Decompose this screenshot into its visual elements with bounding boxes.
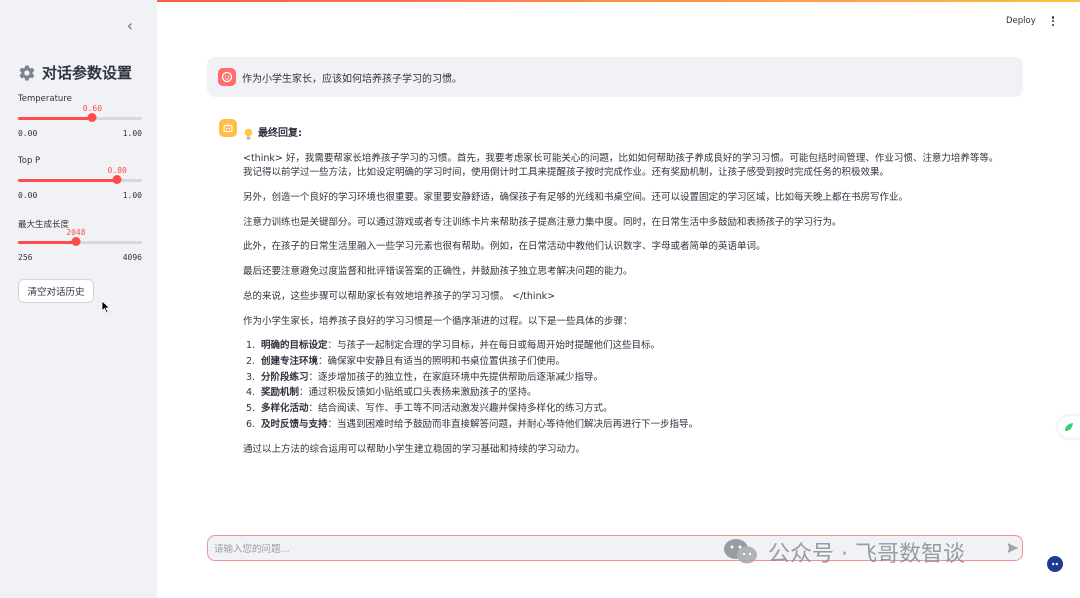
watermark: 公众号 · 飞哥数智谈	[722, 536, 965, 568]
chevron-left-icon[interactable]: ‹	[120, 16, 140, 36]
slider-label: Temperature	[18, 94, 72, 104]
leaf-icon[interactable]	[1058, 416, 1080, 438]
slider-thumb[interactable]	[87, 113, 97, 122]
slider-top-p: Top P 0.80 0.00 1.00	[18, 156, 142, 200]
list-item: 6. 及时反馈与支持：当遇到困难时给予鼓励而非直接解答问题，并耐心等待他们解决后再…	[246, 418, 699, 430]
list-item: 2. 创建专注环境：确保家中安静且有适当的照明和书桌位置供孩子们使用。	[246, 355, 566, 367]
sidebar-title-text: 对话参数设置	[42, 64, 133, 82]
answer-paragraph: 我记得以前学过一些方法，比如设定明确的学习时间，使用倒计时工具来提醒孩子按时完成…	[243, 167, 890, 179]
assistant-message: 最终回复: <think> 好，我需要帮家长培养孩子学习的习惯。首先，我要考虑家…	[243, 126, 1023, 467]
slider-thumb[interactable]	[71, 237, 81, 246]
top-decoration-bar	[0, 0, 1080, 2]
slider-min: 0.00	[18, 129, 38, 138]
gear-icon	[19, 64, 35, 81]
deploy-button[interactable]: Deploy	[1006, 16, 1036, 26]
slider-label: Top P	[18, 156, 41, 166]
slider-value: 2048	[66, 228, 86, 237]
slider-value: 0.80	[107, 166, 127, 175]
slider-value: 0.60	[82, 104, 103, 113]
wechat-icon	[724, 539, 757, 564]
answer-paragraph: 注意力训练也是关键部分。可以通过游戏或者专注训练卡片来帮助孩子提高注意力集中度。…	[243, 216, 842, 228]
bot-avatar-icon	[219, 119, 237, 137]
user-message: 作为小学生家长，应该如何培养孩子学习的习惯。	[207, 57, 1023, 97]
slider-fill	[18, 117, 93, 120]
mouse-cursor-icon	[101, 300, 111, 314]
slider-fill	[18, 241, 76, 244]
slider-track[interactable]	[18, 179, 142, 182]
list-item: 5. 多样化活动：结合阅读、写作、手工等不同活动激发兴趣并保持多样化的练习方式。	[246, 403, 613, 415]
clear-history-button[interactable]: 清空对话历史	[18, 279, 94, 303]
answer-title: 最终回复:	[243, 126, 1023, 142]
lightbulb-icon	[244, 128, 253, 140]
answer-paragraph: 作为小学生家长，培养孩子良好的学习习惯是一个循序渐进的过程。以下是一些具体的步骤…	[243, 315, 633, 327]
send-icon[interactable]	[1006, 541, 1020, 555]
sidebar-title: 对话参数设置	[18, 62, 132, 83]
answer-paragraph: <think> 好，我需要帮家长培养孩子学习的习惯。首先，我要考虑家长可能关心的…	[243, 152, 999, 164]
assistant-bubble-icon[interactable]	[1047, 556, 1063, 572]
watermark-text: 公众号 · 飞哥数智谈	[768, 542, 965, 567]
answer-title-text: 最终回复:	[258, 128, 302, 139]
slider-min: 256	[18, 253, 33, 262]
list-item: 3. 分阶段练习：逐步增加孩子的独立性，在家庭环境中先提供帮助后逐渐减少指导。	[246, 371, 604, 383]
slider-max: 4096	[122, 253, 142, 262]
kebab-menu-icon[interactable]	[1048, 15, 1058, 29]
answer-conclusion: 通过以上方法的综合运用可以帮助小学生建立稳固的学习基础和持续的学习动力。	[243, 443, 586, 455]
steps-list: 1. 明确的目标设定：与孩子一起制定合理的学习目标，并在每日或每周开始时提醒他们这…	[243, 339, 1023, 432]
slider-max: 1.00	[122, 129, 142, 138]
answer-paragraph: 最后还要注意避免过度监督和批评错误答案的正确性，并鼓励孩子独立思考解决问题的能力…	[243, 266, 633, 278]
list-item: 4. 奖励机制：通过积极反馈如小贴纸或口头表扬来激励孩子的坚持。	[246, 387, 537, 399]
user-message-text: 作为小学生家长，应该如何培养孩子学习的习惯。	[242, 74, 462, 85]
answer-paragraph: 另外，创造一个良好的学习环境也很重要。家里要安静舒适，确保孩子有足够的光线和书桌…	[243, 191, 909, 203]
slider-max: 1.00	[122, 191, 142, 200]
slider-thumb[interactable]	[112, 175, 122, 184]
sidebar: ‹ 对话参数设置 Temperature 0.60 0.00 1.00 Top …	[0, 0, 157, 598]
slider-temperature: Temperature 0.60 0.00 1.00	[18, 94, 142, 138]
user-avatar-icon	[218, 68, 236, 86]
slider-min: 0.00	[18, 191, 38, 200]
answer-paragraph: 此外，在孩子的日常生活里融入一些学习元素也很有帮助。例如，在日常活动中教他们认识…	[243, 241, 766, 253]
answer-paragraph: 总的来说，这些步骤可以帮助家长有效地培养孩子的学习习惯。 </think>	[243, 290, 556, 302]
slider-fill	[18, 179, 118, 182]
list-item: 1. 明确的目标设定：与孩子一起制定合理的学习目标，并在每日或每周开始时提醒他们这…	[246, 340, 661, 352]
slider-track[interactable]	[18, 117, 142, 120]
slider-max-length: 最大生成长度 2048 256 4096	[18, 218, 142, 262]
